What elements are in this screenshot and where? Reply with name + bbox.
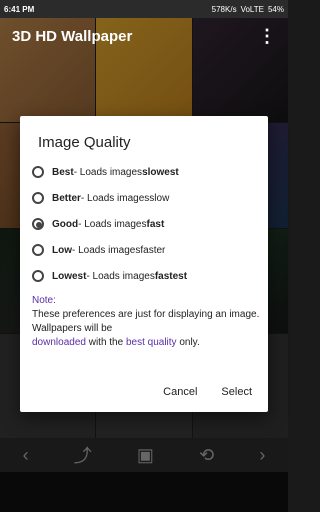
cancel-button[interactable]: Cancel (163, 386, 197, 398)
note-text: Note: These preferences are just for dis… (32, 294, 260, 350)
option-name: Better (52, 192, 81, 204)
option-name: Low (52, 244, 72, 256)
note-link-downloaded: downloaded (32, 337, 86, 348)
dialog-actions: Cancel Select (163, 386, 252, 398)
dialog-title: Image Quality (38, 134, 131, 151)
status-time: 6:41 PM (4, 4, 35, 14)
select-button[interactable]: Select (221, 386, 252, 398)
more-vert-icon[interactable]: ⋮ (258, 26, 276, 47)
option-better[interactable]: Better - Loads images slow (32, 188, 169, 208)
option-low[interactable]: Low - Loads images faster (32, 240, 165, 260)
option-emph: slowest (142, 166, 179, 178)
option-lowest[interactable]: Lowest - Loads images fastest (32, 266, 187, 286)
option-best[interactable]: Best - Loads images slowest (32, 162, 179, 182)
option-good[interactable]: Good - Loads images fast (32, 214, 164, 234)
radio-icon[interactable] (32, 192, 44, 204)
option-name: Good (52, 218, 79, 230)
status-bar: 6:41 PM 578K/s VoLTE 54% (0, 0, 288, 18)
app-bar: 3D HD Wallpaper ⋮ (0, 18, 288, 54)
option-emph: slow (149, 192, 170, 204)
option-desc: - Loads images (78, 218, 147, 230)
radio-icon[interactable] (32, 244, 44, 256)
volte-label: VoLTE (240, 4, 264, 14)
image-quality-dialog: Image Quality Best - Loads images slowes… (20, 116, 268, 412)
option-desc: - Loads images (86, 270, 155, 282)
note-link-best-quality: best quality (125, 337, 177, 348)
option-name: Best (52, 166, 74, 178)
radio-checked-icon[interactable] (32, 218, 44, 230)
option-emph: fast (146, 218, 165, 230)
status-right: 578K/s VoLTE 54% (212, 5, 284, 14)
network-speed: 578K/s (211, 4, 237, 14)
note-label: Note: (32, 295, 56, 306)
battery-label: 54% (267, 4, 284, 14)
radio-icon[interactable] (32, 270, 44, 282)
note-body: These preferences are just for displayin… (32, 309, 260, 334)
option-emph: faster (140, 244, 166, 256)
option-desc: - Loads images (72, 244, 141, 256)
option-name: Lowest (52, 270, 87, 282)
option-desc: - Loads images (73, 166, 143, 178)
note-body: with the (85, 337, 126, 348)
option-emph: fastest (154, 270, 188, 282)
app-title: 3D HD Wallpaper (12, 27, 133, 45)
option-desc: - Loads images (80, 192, 150, 204)
note-body: only. (176, 337, 200, 348)
radio-icon[interactable] (32, 166, 44, 178)
